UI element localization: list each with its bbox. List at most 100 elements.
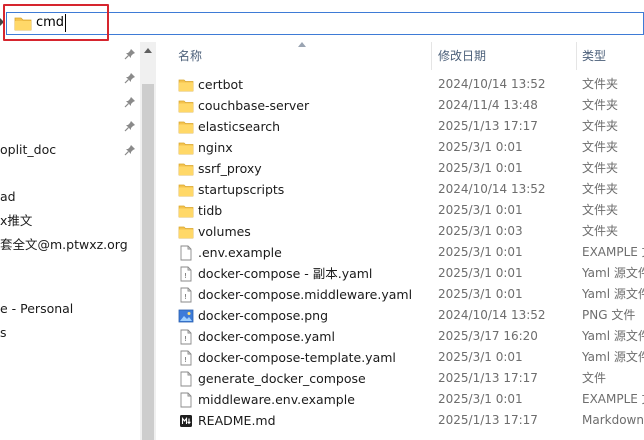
folder-icon <box>178 98 194 114</box>
image-file-icon <box>178 308 194 324</box>
file-name[interactable]: docker-compose.yaml <box>198 326 335 347</box>
file-name[interactable]: .env.example <box>198 242 282 263</box>
file-row[interactable]: ! docker-compose-template.yaml 2025/3/1 0:… <box>156 347 644 368</box>
file-type: Yaml 源文件 <box>582 266 644 280</box>
file-row[interactable]: generate_docker_compose 2025/1/13 17:17 文件 <box>156 368 644 389</box>
pin-icon[interactable] <box>124 72 136 84</box>
file-type: Yaml 源文件 <box>582 329 644 343</box>
svg-text:!: ! <box>184 335 187 343</box>
file-modified-date: 2025/3/17 16:20 <box>438 329 538 343</box>
pin-icon[interactable] <box>124 120 136 132</box>
file-modified-date: 2025/3/1 0:01 <box>438 161 523 175</box>
file-row[interactable]: nginx 2025/3/1 0:01 文件夹 <box>156 137 644 158</box>
file-name[interactable]: couchbase-server <box>198 95 309 116</box>
file-row[interactable]: volumes 2025/3/1 0:03 文件夹 <box>156 221 644 242</box>
column-header-type[interactable]: 类型 <box>582 48 606 64</box>
file-type: 文件夹 <box>582 203 619 217</box>
folder-icon <box>178 203 194 219</box>
svg-text:!: ! <box>184 293 187 301</box>
file-name[interactable]: generate_docker_compose <box>198 368 366 389</box>
folder-icon <box>14 15 32 34</box>
file-modified-date: 2025/3/1 0:01 <box>438 350 523 364</box>
pin-icon[interactable] <box>124 48 136 60</box>
file-row[interactable]: ! docker-compose - 副本.yaml 2025/3/1 0:01 Ya… <box>156 263 644 284</box>
file-modified-date: 2024/10/14 13:52 <box>438 77 546 91</box>
file-row[interactable]: startupscripts 2024/10/14 13:52 文件夹 <box>156 179 644 200</box>
yaml-file-icon: ! <box>178 350 194 366</box>
svg-text:!: ! <box>184 356 187 364</box>
nav-item[interactable]: ad <box>0 187 16 207</box>
file-row[interactable]: certbot 2024/10/14 13:52 文件夹 <box>156 74 644 95</box>
file-name[interactable]: certbot <box>198 74 243 95</box>
file-row[interactable]: .env.example 2025/3/1 0:01 EXAMPLE 文 <box>156 242 644 263</box>
column-divider[interactable] <box>576 42 577 70</box>
file-modified-date: 2025/3/1 0:01 <box>438 203 523 217</box>
file-type: EXAMPLE 文 <box>582 245 644 259</box>
file-type: 文件夹 <box>582 224 619 238</box>
file-name[interactable]: docker-compose-template.yaml <box>198 347 396 368</box>
column-header: 名称 修改日期 类型 <box>156 42 644 70</box>
file-icon <box>178 392 194 408</box>
nav-item[interactable]: oplit_doc <box>0 140 56 160</box>
scroll-up-arrow-icon[interactable] <box>144 48 152 53</box>
folder-icon <box>178 224 194 240</box>
nav-item[interactable]: x推文 <box>0 211 32 231</box>
file-type: Markdown <box>582 413 644 427</box>
sort-ascending-icon <box>298 42 306 47</box>
vertical-scrollbar[interactable] <box>140 42 156 440</box>
pin-icon[interactable] <box>124 144 136 156</box>
file-modified-date: 2025/3/1 0:01 <box>438 140 523 154</box>
file-modified-date: 2025/3/1 0:01 <box>438 266 523 280</box>
file-name[interactable]: elasticsearch <box>198 116 280 137</box>
file-type: PNG 文件 <box>582 308 636 322</box>
file-type: 文件夹 <box>582 161 619 175</box>
file-row[interactable]: ! docker-compose.yaml 2025/3/17 16:20 Yaml … <box>156 326 644 347</box>
file-row[interactable]: README.md 2025/1/13 17:17 Markdown <box>156 410 644 431</box>
markdown-file-icon <box>178 413 194 429</box>
folder-icon <box>178 77 194 93</box>
file-type: 文件夹 <box>582 182 619 196</box>
file-modified-date: 2025/3/1 0:01 <box>438 245 523 259</box>
file-list: certbot 2024/10/14 13:52 文件夹 couchbase-serv… <box>156 74 644 440</box>
file-modified-date: 2025/1/13 17:17 <box>438 413 538 427</box>
file-name[interactable]: volumes <box>198 221 251 242</box>
column-divider[interactable] <box>431 42 432 70</box>
file-row[interactable]: elasticsearch 2025/1/13 17:17 文件夹 <box>156 116 644 137</box>
file-name[interactable]: ssrf_proxy <box>198 158 262 179</box>
column-header-name[interactable]: 名称 <box>178 48 202 64</box>
folder-icon <box>178 161 194 177</box>
file-row[interactable]: middleware.env.example 2025/3/1 0:01 EXAMP… <box>156 389 644 410</box>
file-row[interactable]: couchbase-server 2024/11/4 13:48 文件夹 <box>156 95 644 116</box>
file-row[interactable]: ssrf_proxy 2025/3/1 0:01 文件夹 <box>156 158 644 179</box>
folder-icon <box>178 140 194 156</box>
file-row[interactable]: ! docker-compose.middleware.yaml 2025/3/1 … <box>156 284 644 305</box>
file-icon <box>178 371 194 387</box>
file-modified-date: 2025/1/13 17:17 <box>438 119 538 133</box>
nav-item[interactable]: 套全文@m.ptwxz.org <box>0 235 128 255</box>
file-name[interactable]: middleware.env.example <box>198 389 355 410</box>
file-type: Yaml 源文件 <box>582 287 644 301</box>
file-name[interactable]: docker-compose.middleware.yaml <box>198 284 412 305</box>
file-name[interactable]: README.md <box>198 410 276 431</box>
file-name[interactable]: startupscripts <box>198 179 284 200</box>
nav-item[interactable]: s <box>0 323 7 343</box>
address-input[interactable]: cmd <box>36 14 67 32</box>
file-type: 文件夹 <box>582 98 619 112</box>
nav-item[interactable]: e - Personal <box>0 299 73 319</box>
file-modified-date: 2024/10/14 13:52 <box>438 308 546 322</box>
scrollbar-thumb[interactable] <box>142 84 154 440</box>
yaml-file-icon: ! <box>178 329 194 345</box>
yaml-file-icon: ! <box>178 287 194 303</box>
file-type: 文件 <box>582 371 607 385</box>
file-name[interactable]: nginx <box>198 137 233 158</box>
column-header-date[interactable]: 修改日期 <box>438 48 486 64</box>
folder-icon <box>178 182 194 198</box>
file-type: 文件夹 <box>582 140 619 154</box>
file-row[interactable]: docker-compose.png 2024/10/14 13:52 PNG 文件 <box>156 305 644 326</box>
file-name[interactable]: tidb <box>198 200 222 221</box>
pin-icon[interactable] <box>124 96 136 108</box>
file-name[interactable]: docker-compose.png <box>198 305 328 326</box>
svg-text:!: ! <box>184 272 187 280</box>
file-row[interactable]: tidb 2025/3/1 0:01 文件夹 <box>156 200 644 221</box>
file-name[interactable]: docker-compose - 副本.yaml <box>198 263 372 284</box>
